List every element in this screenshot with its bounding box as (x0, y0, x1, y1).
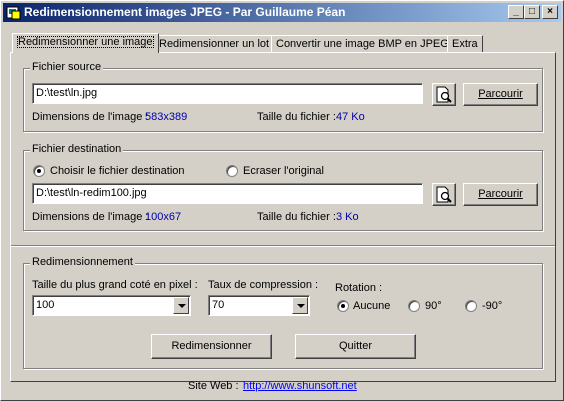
source-group: Fichier source D:\test\ln.jpg Parcourir … (23, 61, 543, 132)
site-link[interactable]: http://www.shunsoft.net (243, 380, 357, 392)
title-bar[interactable]: Redimensionnement images JPEG - Par Guil… (3, 3, 561, 22)
radio-overwrite-label[interactable]: Ecraser l'original (243, 165, 324, 177)
tab-label: Redimensionner un lot (159, 38, 270, 50)
source-path-field[interactable]: D:\test\ln.jpg (32, 83, 423, 104)
source-browse-button[interactable]: Parcourir (463, 83, 538, 106)
radio-overwrite-original[interactable] (226, 165, 238, 177)
largest-side-label: Taille du plus grand coté en pixel : (32, 279, 198, 291)
app-icon (6, 6, 21, 20)
destination-size-value: 3 Ko (336, 211, 359, 223)
tab-resize-image[interactable]: Redimensionner une image (12, 33, 159, 53)
compression-value: 70 (212, 299, 225, 311)
rotation-label: Rotation : (335, 282, 383, 294)
tab-convert-bmp[interactable]: Convertir une image BMP en JPEG (271, 35, 454, 53)
radio-choose-label[interactable]: Choisir le fichier destination (50, 165, 185, 177)
resize-legend: Redimensionnement (30, 256, 135, 268)
source-dimensions-value: 583x389 (145, 111, 188, 123)
compression-label: Taux de compression : (208, 279, 319, 291)
radio-choose-destination[interactable] (33, 165, 45, 177)
site-label: Site Web : (188, 380, 239, 392)
browse-label: Parcourir (478, 88, 523, 100)
quit-button-label: Quitter (338, 340, 372, 352)
source-preview-button[interactable] (432, 83, 456, 106)
separator (11, 245, 555, 247)
tab-label: Extra (452, 38, 478, 50)
source-size-label: Taille du fichier : (257, 111, 336, 123)
destination-path-field[interactable]: D:\test\ln-redim100.jpg (32, 183, 423, 204)
largest-side-value: 100 (36, 299, 55, 311)
destination-legend: Fichier destination (30, 143, 124, 155)
source-size-value: 47 Ko (336, 111, 365, 123)
browse-label: Parcourir (478, 188, 523, 200)
destination-browse-button[interactable]: Parcourir (463, 183, 538, 206)
maximize-button[interactable]: □ (524, 5, 540, 19)
minimize-button[interactable]: _ (508, 5, 524, 19)
compression-select[interactable]: 70 (208, 295, 310, 316)
rotation-minus-90-label[interactable]: -90° (482, 300, 502, 312)
magnifier-document-icon (436, 86, 452, 103)
rotation-90-label[interactable]: 90° (425, 300, 442, 312)
destination-dimensions-value: 100x67 (145, 211, 182, 223)
close-button[interactable]: × (542, 5, 558, 19)
tab-label: Redimensionner une image (17, 36, 154, 48)
destination-size-label: Taille du fichier : (257, 211, 336, 223)
magnifier-document-icon (436, 186, 452, 203)
app-window: Redimensionnement images JPEG - Par Guil… (0, 0, 564, 401)
tab-panel: Fichier source D:\test\ln.jpg Parcourir … (10, 52, 556, 382)
source-dimensions-label: Dimensions de l'image : (32, 111, 149, 123)
resize-group: Redimensionnement Taille du plus grand c… (23, 256, 543, 369)
destination-dimensions-label: Dimensions de l'image : (32, 211, 149, 223)
source-legend: Fichier source (30, 61, 104, 73)
destination-group: Fichier destination Choisir le fichier d… (23, 143, 543, 231)
largest-side-select[interactable]: 100 (32, 295, 191, 316)
tab-extra[interactable]: Extra (447, 35, 483, 53)
destination-preview-button[interactable] (432, 183, 456, 206)
radio-rotation-minus-90[interactable] (465, 300, 477, 312)
resize-button[interactable]: Redimensionner (151, 334, 272, 359)
radio-rotation-none[interactable] (337, 300, 349, 312)
tab-label: Convertir une image BMP en JPEG (276, 38, 449, 50)
window-title: Redimensionnement images JPEG - Par Guil… (24, 5, 346, 19)
rotation-none-label[interactable]: Aucune (353, 300, 390, 312)
tab-resize-batch[interactable]: Redimensionner un lot (154, 35, 275, 53)
chevron-down-icon[interactable] (292, 297, 308, 314)
chevron-down-icon[interactable] (173, 297, 189, 314)
radio-rotation-90[interactable] (408, 300, 420, 312)
quit-button[interactable]: Quitter (295, 334, 416, 359)
resize-button-label: Redimensionner (171, 340, 252, 352)
